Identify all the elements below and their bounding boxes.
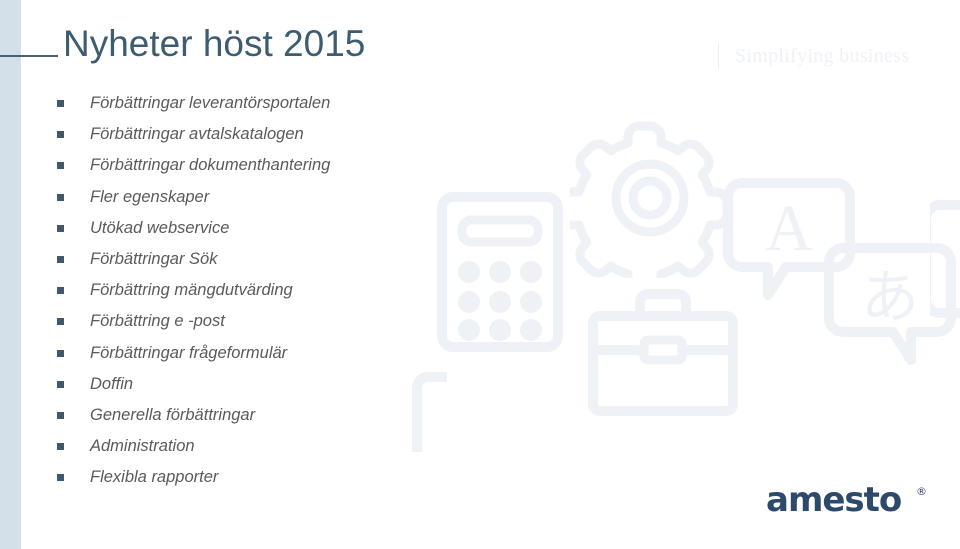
amesto-logo: amesto ® bbox=[766, 481, 938, 519]
list-item: Generella förbättringar bbox=[57, 400, 330, 431]
slide-canvas: A あ Nyheter höst 2015 Simplifying busine… bbox=[0, 0, 960, 549]
feature-bullet-list: Förbättringar leverantörsportalen Förbät… bbox=[57, 88, 330, 493]
list-item-label: Fler egenskaper bbox=[90, 187, 210, 206]
list-item-label: Förbättringar avtalskatalogen bbox=[90, 125, 304, 144]
bullet-square-icon bbox=[57, 131, 64, 139]
list-item: Fler egenskaper bbox=[57, 182, 330, 213]
partial-rounded-shape-icon bbox=[930, 200, 960, 320]
bullet-square-icon bbox=[57, 411, 64, 419]
tagline-divider bbox=[718, 43, 719, 69]
amesto-logo-trademark: ® bbox=[916, 485, 927, 498]
list-item-label: Förbättring mängdutvärding bbox=[90, 281, 293, 300]
bullet-square-icon bbox=[57, 193, 64, 201]
bullet-square-icon bbox=[57, 224, 64, 232]
bullet-square-icon bbox=[57, 380, 64, 388]
bullet-square-icon bbox=[57, 162, 64, 170]
bullet-square-icon bbox=[57, 256, 64, 264]
list-item-label: Förbättring e -post bbox=[90, 312, 225, 331]
list-item: Förbättring e -post bbox=[57, 306, 330, 337]
amesto-logo-text: amesto bbox=[766, 481, 901, 519]
list-item-label: Flexibla rapporter bbox=[90, 468, 219, 487]
bullet-square-icon bbox=[57, 100, 64, 108]
list-item: Flexibla rapporter bbox=[57, 462, 330, 493]
tagline: Simplifying business bbox=[718, 41, 909, 71]
list-item-label: Doffin bbox=[90, 374, 134, 393]
list-item: Förbättringar leverantörsportalen bbox=[57, 88, 330, 119]
list-item: Förbättringar avtalskatalogen bbox=[57, 119, 330, 150]
list-item-label: Utökad webservice bbox=[90, 218, 230, 237]
list-item-label: Förbättringar leverantörsportalen bbox=[90, 94, 331, 113]
list-item-label: Förbättringar Sök bbox=[90, 250, 218, 269]
list-item: Förbättring mängdutvärding bbox=[57, 275, 330, 306]
briefcase-icon bbox=[588, 288, 738, 416]
list-item: Utökad webservice bbox=[57, 213, 330, 244]
left-accent-bar bbox=[0, 0, 21, 549]
bullet-square-icon bbox=[57, 443, 64, 451]
gear-icon bbox=[570, 118, 730, 278]
list-item: Doffin bbox=[57, 369, 330, 400]
list-item: Administration bbox=[57, 431, 330, 462]
speech-bubble-latin-a-icon: A bbox=[723, 178, 855, 300]
partial-bracket-shape-icon bbox=[412, 372, 452, 452]
list-item: Förbättringar Sök bbox=[57, 244, 330, 275]
bullet-square-icon bbox=[57, 349, 64, 357]
list-item: Förbättringar dokumenthantering bbox=[57, 150, 330, 181]
svg-text:A: A bbox=[765, 192, 813, 265]
bullet-square-icon bbox=[57, 318, 64, 326]
page-title: Nyheter höst 2015 bbox=[63, 23, 366, 64]
calculator-icon bbox=[437, 192, 563, 352]
list-item-label: Generella förbättringar bbox=[90, 405, 256, 424]
list-item: Förbättringar frågeformulär bbox=[57, 338, 330, 369]
speech-bubble-japanese-a-icon: あ bbox=[824, 243, 956, 365]
list-item-label: Förbättringar dokumenthantering bbox=[90, 156, 331, 175]
bullet-square-icon bbox=[57, 474, 64, 482]
list-item-label: Förbättringar frågeformulär bbox=[90, 343, 288, 362]
title-rule bbox=[0, 55, 58, 57]
list-item-label: Administration bbox=[90, 437, 195, 456]
svg-text:あ: あ bbox=[861, 263, 919, 331]
bullet-square-icon bbox=[57, 287, 64, 295]
tagline-text: Simplifying business bbox=[735, 44, 910, 67]
